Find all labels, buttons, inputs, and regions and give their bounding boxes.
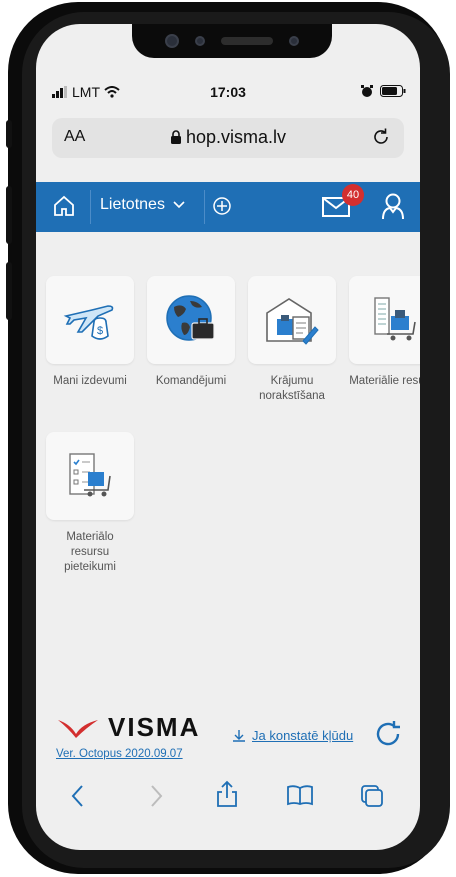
tile-label: Materiālie resursi [349,375,420,387]
version-link[interactable]: Ver. Octopus 2020.09.07 [56,748,183,760]
back-icon[interactable] [70,784,86,808]
tile-label: Krājumu norakstīšana [259,375,325,402]
tile-box [248,276,336,364]
add-icon[interactable] [212,196,232,216]
globe-briefcase-icon [166,295,215,341]
apps-label: Lietotnes [100,196,165,213]
url-text: hop.visma.lv [185,127,287,147]
checklist-cart-icon [69,453,111,497]
refresh-icon[interactable] [372,718,404,750]
tabs-icon[interactable] [360,784,384,808]
app-footer: VISMA Ver. Octopus 2020.09.07 Ja konstat… [36,710,420,770]
mail-badge: 40 [342,184,364,206]
tile-box [147,276,235,364]
nav-divider [204,190,205,224]
user-icon[interactable] [380,192,406,220]
phone-side-button [6,262,12,320]
app-tile-expenses[interactable]: $ Mani izdevumi [46,276,134,389]
building-cart-icon [374,297,416,341]
report-error-label: Ja konstatē kļūdu [252,728,354,743]
bookmarks-icon[interactable] [286,784,314,806]
home-icon[interactable] [52,194,76,218]
sensor-icon [195,36,205,46]
alarm-icon [361,85,373,97]
tile-label: Materiālo resursu pieteikumi [64,531,116,573]
phone-side-button [6,120,12,148]
phone-side-button [6,186,12,244]
forward-icon[interactable] [148,784,164,808]
browser-toolbar [36,778,420,818]
chevron-down-icon [173,201,185,209]
tile-box: $ [46,276,134,364]
report-error-link[interactable]: Ja konstatē kļūdu [232,728,353,743]
tile-box [349,276,420,364]
tile-box [46,432,134,520]
warehouse-write-off-icon [266,298,319,345]
brand-name: VISMA [108,712,201,742]
share-icon[interactable] [216,780,238,808]
status-right [360,84,406,98]
nav-divider [90,190,91,224]
url-field[interactable]: hop.visma.lv [52,127,404,148]
visma-swoosh-icon [58,719,98,738]
app-tile-resource-requests[interactable]: Materiālo resursu pieteikumi [46,432,134,575]
svg-text:$: $ [97,325,103,337]
app-tile-material-resources[interactable]: Materiālie resursi [349,276,420,389]
plane-money-icon: $ [63,305,114,340]
visma-logo: VISMA [56,712,200,743]
status-bar: LMT 17:03 [36,82,420,104]
lock-icon [170,130,181,144]
speaker-grille [221,37,273,45]
app-tile-inventory-write-off[interactable]: Krājumu norakstīšana [248,276,336,404]
tile-label: Komandējumi [155,375,227,387]
app-tile-business-trips[interactable]: Komandējumi [147,276,235,389]
phone-notch [132,24,332,58]
phone-screen: LMT 17:03 AA hop.visma.lv Lietotnes 40 $… [36,24,420,850]
sensor-icon [289,36,299,46]
battery-icon [380,85,406,97]
reload-icon[interactable] [370,126,392,148]
app-navbar: Lietotnes 40 [36,182,420,232]
address-bar[interactable]: AA hop.visma.lv [52,118,404,158]
camera-icon [165,34,179,48]
download-icon [233,729,245,742]
tile-label: Mani izdevumi [53,375,127,387]
apps-dropdown[interactable]: Lietotnes [100,196,185,214]
